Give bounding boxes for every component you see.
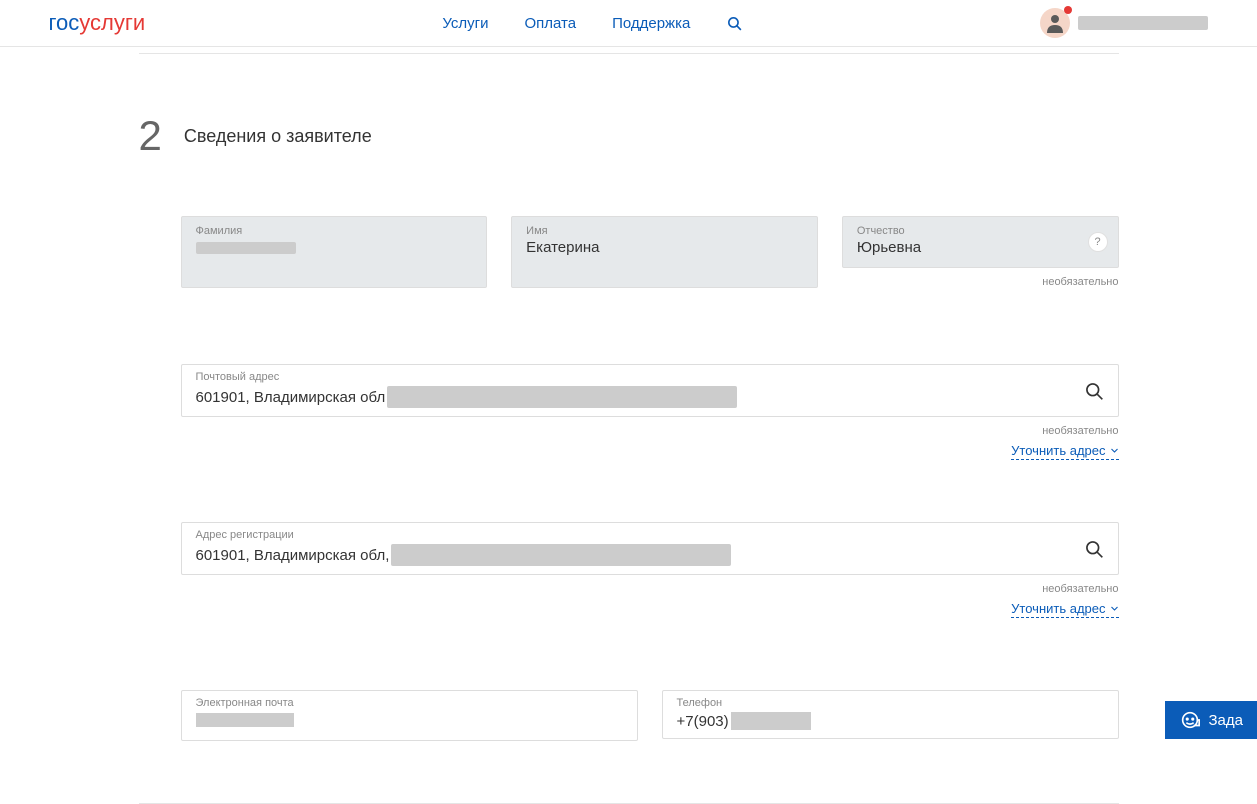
search-icon[interactable] — [1084, 539, 1104, 559]
postal-address-redacted — [387, 386, 737, 408]
user-name-redacted — [1078, 16, 1208, 30]
site-header: госуслуги Услуги Оплата Поддержка — [0, 0, 1257, 47]
logo[interactable]: госуслуги — [49, 10, 146, 36]
reg-address-label: Адрес регистрации — [196, 529, 1068, 541]
reg-address-value: 601901, Владимирская обл, — [196, 547, 390, 564]
reg-optional: необязательно — [1042, 583, 1118, 595]
postal-refine-link[interactable]: Уточнить адрес — [1011, 443, 1118, 460]
patronymic-field: Отчество Юрьевна ? — [842, 216, 1119, 268]
phone-value: +7(903) — [677, 713, 729, 730]
email-value-redacted — [196, 713, 294, 727]
phone-label: Телефон — [677, 697, 1104, 709]
step-title: Сведения о заявителе — [184, 126, 372, 147]
nav-services[interactable]: Услуги — [442, 15, 488, 32]
postal-address-label: Почтовый адрес — [196, 371, 1068, 383]
chevron-down-icon — [1110, 446, 1119, 455]
postal-refine-text: Уточнить адрес — [1011, 443, 1105, 458]
logo-text-2: услуги — [79, 10, 145, 35]
name-label: Имя — [526, 225, 803, 237]
chat-label: Зада — [1209, 712, 1244, 729]
email-label: Электронная почта — [196, 697, 623, 709]
postal-address-value: 601901, Владимирская обл — [196, 389, 386, 406]
user-area[interactable] — [1040, 8, 1208, 38]
phone-input[interactable]: Телефон +7(903) — [662, 690, 1119, 739]
chat-widget[interactable]: Зада — [1165, 701, 1257, 739]
name-value: Екатерина — [526, 239, 803, 256]
search-icon[interactable] — [1084, 381, 1104, 401]
reg-address-input[interactable]: Адрес регистрации 601901, Владимирская о… — [181, 522, 1119, 575]
patronymic-value: Юрьевна — [857, 239, 1104, 256]
patronymic-optional: необязательно — [842, 276, 1119, 288]
surname-label: Фамилия — [196, 225, 473, 237]
patronymic-label: Отчество — [857, 225, 1104, 237]
surname-value-redacted — [196, 242, 296, 254]
nav-support[interactable]: Поддержка — [612, 15, 690, 32]
name-field: Имя Екатерина — [511, 216, 818, 288]
step-number: 2 — [139, 112, 162, 160]
surname-field: Фамилия — [181, 216, 488, 288]
step-header: 2 Сведения о заявителе — [139, 112, 1119, 160]
reg-refine-link[interactable]: Уточнить адрес — [1011, 601, 1118, 618]
reg-refine-text: Уточнить адрес — [1011, 601, 1105, 616]
postal-optional: необязательно — [1042, 425, 1118, 437]
search-icon[interactable] — [726, 15, 743, 32]
top-divider — [139, 53, 1119, 54]
logo-text-1: гос — [49, 10, 80, 35]
avatar[interactable] — [1040, 8, 1070, 38]
reg-address-redacted — [391, 544, 731, 566]
phone-value-redacted — [731, 712, 811, 730]
chevron-down-icon — [1110, 604, 1119, 613]
help-icon[interactable]: ? — [1088, 232, 1108, 252]
main-nav: Услуги Оплата Поддержка — [442, 15, 743, 32]
nav-payment[interactable]: Оплата — [524, 15, 576, 32]
email-input[interactable]: Электронная почта — [181, 690, 638, 741]
notification-dot-icon — [1064, 6, 1072, 14]
postal-address-input[interactable]: Почтовый адрес 601901, Владимирская обл — [181, 364, 1119, 417]
headset-icon — [1179, 709, 1201, 731]
